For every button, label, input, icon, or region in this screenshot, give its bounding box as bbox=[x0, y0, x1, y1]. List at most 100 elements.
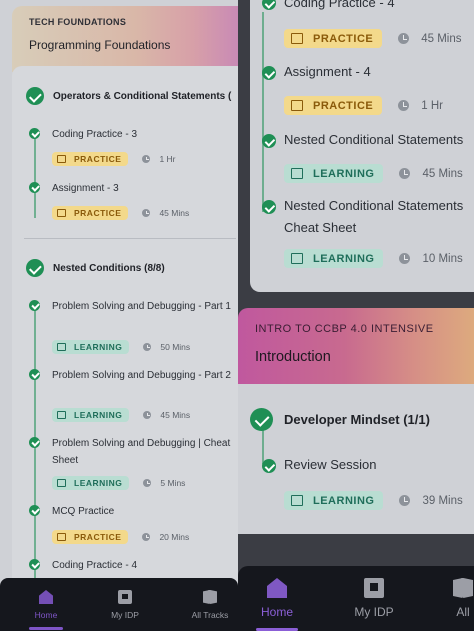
duration: 45 Mins bbox=[160, 410, 191, 420]
track-overline: INTRO TO CCBP 4.0 INTENSIVE bbox=[255, 323, 434, 335]
item-title: Coding Practice - 4 bbox=[52, 560, 138, 571]
nav-all-tracks[interactable]: All bbox=[418, 578, 474, 619]
section-nested-conditions[interactable]: Nested Conditions (8/8) bbox=[26, 259, 165, 277]
item-meta: LEARNING 50 Mins bbox=[52, 340, 190, 354]
clipboard-icon bbox=[57, 533, 66, 541]
clipboard-icon bbox=[57, 209, 66, 217]
learning-badge: LEARNING bbox=[52, 408, 130, 422]
check-icon bbox=[262, 459, 276, 473]
item-title: Problem Solving and Debugging - Part 1 bbox=[52, 301, 231, 312]
left-screen: TECH FOUNDATIONS Programming Foundations… bbox=[0, 0, 238, 631]
track-title: Introduction bbox=[255, 349, 331, 365]
check-icon bbox=[29, 505, 40, 516]
item-title: Nested Conditional Statements Cheat Sheet bbox=[284, 198, 464, 235]
check-icon bbox=[29, 182, 40, 193]
practice-badge: PRACTICE bbox=[52, 530, 129, 544]
nav-home[interactable]: Home bbox=[238, 578, 322, 619]
clock-icon bbox=[143, 411, 152, 419]
clock-icon bbox=[398, 33, 410, 44]
check-icon bbox=[262, 134, 276, 148]
duration: 50 Mins bbox=[160, 342, 191, 352]
nav-my-idp[interactable]: My IDP bbox=[90, 590, 160, 620]
section-operators[interactable]: Operators & Conditional Statements ( bbox=[26, 87, 231, 105]
track-title: Programming Foundations bbox=[29, 38, 171, 52]
book-icon bbox=[291, 168, 303, 179]
item-meta: PRACTICE 1 Hr bbox=[52, 152, 176, 166]
book-icon bbox=[57, 479, 66, 487]
item-title: MCQ Practice bbox=[52, 506, 115, 517]
section-title: Nested Conditions (8/8) bbox=[53, 262, 165, 274]
check-icon bbox=[29, 369, 40, 380]
clock-icon bbox=[142, 155, 151, 163]
check-icon bbox=[262, 66, 276, 80]
learning-badge: LEARNING bbox=[284, 249, 384, 268]
duration: 5 Mins bbox=[160, 478, 186, 488]
item-title: Review Session bbox=[284, 457, 377, 472]
duration: 39 Mins bbox=[422, 494, 463, 507]
item-title: Coding Practice - 3 bbox=[52, 129, 138, 140]
learning-badge: LEARNING bbox=[52, 340, 130, 354]
bottom-nav: Home My IDP All Tracks bbox=[0, 578, 238, 631]
track-header: INTRO TO CCBP 4.0 INTENSIVE Introduction bbox=[238, 308, 474, 388]
clock-icon bbox=[142, 533, 151, 541]
clipboard-icon bbox=[291, 33, 303, 44]
section-divider bbox=[24, 238, 236, 239]
document-icon bbox=[364, 578, 384, 598]
duration: 45 Mins bbox=[421, 32, 462, 45]
book-icon bbox=[291, 253, 303, 264]
item-meta: PRACTICE 45 Mins bbox=[52, 206, 189, 220]
item-title: Problem Solving and Debugging - Part 2 bbox=[52, 370, 231, 381]
item-meta: LEARNING 45 Mins bbox=[284, 164, 463, 183]
check-icon bbox=[26, 259, 44, 277]
item-meta: LEARNING 45 Mins bbox=[52, 408, 190, 422]
active-tab-indicator bbox=[29, 627, 63, 630]
duration: 45 Mins bbox=[159, 208, 190, 218]
document-icon bbox=[118, 590, 132, 604]
item-meta: LEARNING 5 Mins bbox=[52, 476, 185, 490]
home-icon bbox=[267, 578, 287, 598]
section-title: Operators & Conditional Statements ( bbox=[53, 90, 232, 102]
item-meta: PRACTICE 1 Hr bbox=[284, 96, 443, 115]
clipboard-icon bbox=[57, 155, 66, 163]
check-icon bbox=[29, 128, 40, 139]
clock-icon bbox=[399, 495, 411, 506]
item-meta: LEARNING 39 Mins bbox=[284, 491, 463, 510]
check-icon bbox=[250, 408, 273, 431]
nav-home[interactable]: Home bbox=[11, 590, 81, 620]
section-developer-mindset[interactable]: Developer Mindset (1/1) bbox=[250, 408, 430, 431]
learning-badge: LEARNING bbox=[52, 476, 130, 490]
progress-line bbox=[262, 12, 264, 212]
item-meta: PRACTICE 45 Mins bbox=[284, 29, 462, 48]
book-icon bbox=[291, 495, 303, 506]
item-title: Nested Conditional Statements bbox=[284, 132, 464, 147]
clock-icon bbox=[142, 209, 151, 217]
progress-line bbox=[262, 430, 264, 464]
clock-icon bbox=[399, 168, 411, 179]
practice-badge: PRACTICE bbox=[284, 96, 383, 115]
practice-badge: PRACTICE bbox=[52, 206, 129, 220]
check-icon bbox=[29, 300, 40, 311]
duration: 20 Mins bbox=[159, 532, 190, 542]
nav-label: All bbox=[456, 605, 470, 619]
clock-icon bbox=[399, 253, 411, 264]
practice-badge: PRACTICE bbox=[284, 29, 383, 48]
item-meta: PRACTICE 20 Mins bbox=[52, 530, 189, 544]
check-icon bbox=[26, 87, 44, 105]
nav-my-idp[interactable]: My IDP bbox=[329, 578, 419, 619]
item-meta: LEARNING 10 Mins bbox=[284, 249, 463, 268]
track-overline: TECH FOUNDATIONS bbox=[29, 17, 127, 27]
check-icon bbox=[29, 437, 40, 448]
nav-label: Home bbox=[260, 605, 293, 619]
clock-icon bbox=[398, 100, 410, 111]
practice-badge: PRACTICE bbox=[52, 152, 129, 166]
open-book-icon bbox=[453, 578, 473, 598]
check-icon bbox=[29, 559, 40, 570]
home-icon bbox=[39, 590, 53, 604]
nav-all-tracks[interactable]: All Tracks bbox=[175, 590, 238, 620]
track-header: TECH FOUNDATIONS Programming Foundations bbox=[12, 6, 238, 72]
book-icon bbox=[57, 343, 66, 351]
nav-label: All Tracks bbox=[191, 610, 229, 620]
open-book-icon bbox=[203, 590, 217, 604]
learning-badge: LEARNING bbox=[284, 164, 384, 183]
check-icon bbox=[262, 200, 276, 214]
